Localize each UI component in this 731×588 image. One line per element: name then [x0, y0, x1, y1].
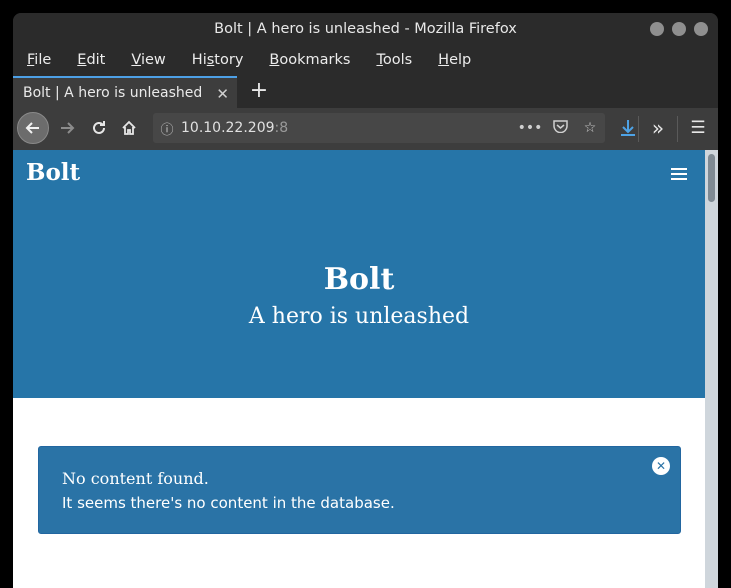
scrollbar-thumb[interactable] — [708, 154, 715, 202]
hamburger-bar — [671, 178, 687, 180]
window-controls — [650, 22, 708, 36]
new-tab-button[interactable]: + — [247, 80, 271, 102]
page-actions-icon[interactable]: ••• — [515, 120, 545, 136]
window-title: Bolt | A hero is unleashed - Mozilla Fir… — [214, 21, 517, 37]
minimize-button[interactable] — [650, 22, 664, 36]
download-icon — [621, 120, 635, 136]
menu-bar: File Edit View History Bookmarks Tools H… — [13, 46, 718, 74]
hero-title: Bolt — [323, 262, 395, 297]
menu-view-label: iew — [140, 52, 166, 68]
browser-window: Bolt | A hero is unleashed - Mozilla Fir… — [13, 13, 718, 588]
site-navbar: Bolt — [13, 150, 705, 200]
home-button[interactable] — [119, 120, 139, 140]
arrow-right-icon — [61, 122, 75, 134]
menu-help[interactable]: Help — [424, 52, 483, 68]
alert-message: It seems there's no content in the datab… — [62, 494, 395, 512]
menu-history-label: tory — [214, 52, 244, 68]
toolbar-separator-2 — [677, 116, 678, 142]
forward-button[interactable] — [57, 120, 77, 140]
menu-history-prefix: Hi — [191, 52, 207, 68]
back-button[interactable] — [17, 112, 49, 144]
maximize-button[interactable] — [672, 22, 686, 36]
menu-edit[interactable]: Edit — [63, 52, 117, 68]
bookmark-star-icon[interactable]: ☆ — [575, 120, 605, 136]
navigation-toolbar: ⓘ 10.10.22.209:8 ••• ☆ » ☰ — [13, 108, 718, 150]
download-button[interactable] — [617, 118, 639, 142]
tab-label: Bolt | A hero is unleashed — [23, 85, 203, 101]
menu-history[interactable]: History — [178, 52, 256, 68]
menu-view[interactable]: View — [117, 52, 177, 68]
toolbar-separator — [638, 116, 639, 142]
menu-tools-label: ools — [382, 52, 413, 68]
hamburger-bar — [671, 173, 687, 175]
alert-close-icon[interactable]: ✕ — [652, 457, 670, 475]
menu-help-mnemonic: H — [438, 52, 450, 68]
address-bar[interactable]: ⓘ 10.10.22.209:8 ••• ☆ — [153, 113, 605, 143]
menu-help-label: elp — [449, 52, 472, 68]
site-info-icon[interactable]: ⓘ — [153, 119, 181, 138]
url-text[interactable]: 10.10.22.209:8 — [181, 120, 515, 136]
hamburger-bar — [671, 168, 687, 170]
url-port: :8 — [274, 120, 289, 136]
url-host: 10.10.22.209 — [181, 120, 275, 136]
site-brand[interactable]: Bolt — [26, 159, 80, 186]
titlebar: Bolt | A hero is unleashed - Mozilla Fir… — [13, 13, 718, 46]
page-content: Bolt Bolt A hero is unleashed No content… — [13, 150, 705, 588]
menu-bookmarks-label: ookmarks — [279, 52, 351, 68]
tab-strip: Bolt | A hero is unleashed ✕ + — [13, 74, 718, 108]
hamburger-menu-icon[interactable]: ☰ — [687, 118, 709, 138]
reload-icon — [93, 121, 105, 134]
home-icon — [122, 120, 136, 135]
close-window-button[interactable] — [694, 22, 708, 36]
menu-file[interactable]: File — [13, 52, 63, 68]
menu-view-mnemonic: V — [131, 52, 141, 68]
overflow-menu-icon[interactable]: » — [647, 116, 669, 140]
site-menu-toggle-icon[interactable] — [671, 168, 687, 180]
no-content-alert: No content found. It seems there's no co… — [38, 446, 681, 534]
hero-banner: Bolt A hero is unleashed — [13, 200, 705, 398]
menu-tools[interactable]: Tools — [362, 52, 424, 68]
hero-subtitle: A hero is unleashed — [248, 304, 470, 329]
vertical-scrollbar[interactable] — [705, 150, 718, 588]
menu-edit-label: dit — [86, 52, 106, 68]
reload-button[interactable] — [89, 120, 109, 140]
alert-heading: No content found. — [62, 469, 209, 488]
close-tab-icon[interactable]: ✕ — [216, 85, 229, 103]
tab-active[interactable]: Bolt | A hero is unleashed ✕ — [13, 76, 237, 108]
pocket-icon[interactable] — [545, 119, 575, 137]
menu-file-label: ile — [34, 52, 52, 68]
menu-bookmarks-mnemonic: B — [269, 52, 280, 68]
menu-bookmarks[interactable]: Bookmarks — [255, 52, 362, 68]
arrow-left-icon — [25, 122, 39, 134]
